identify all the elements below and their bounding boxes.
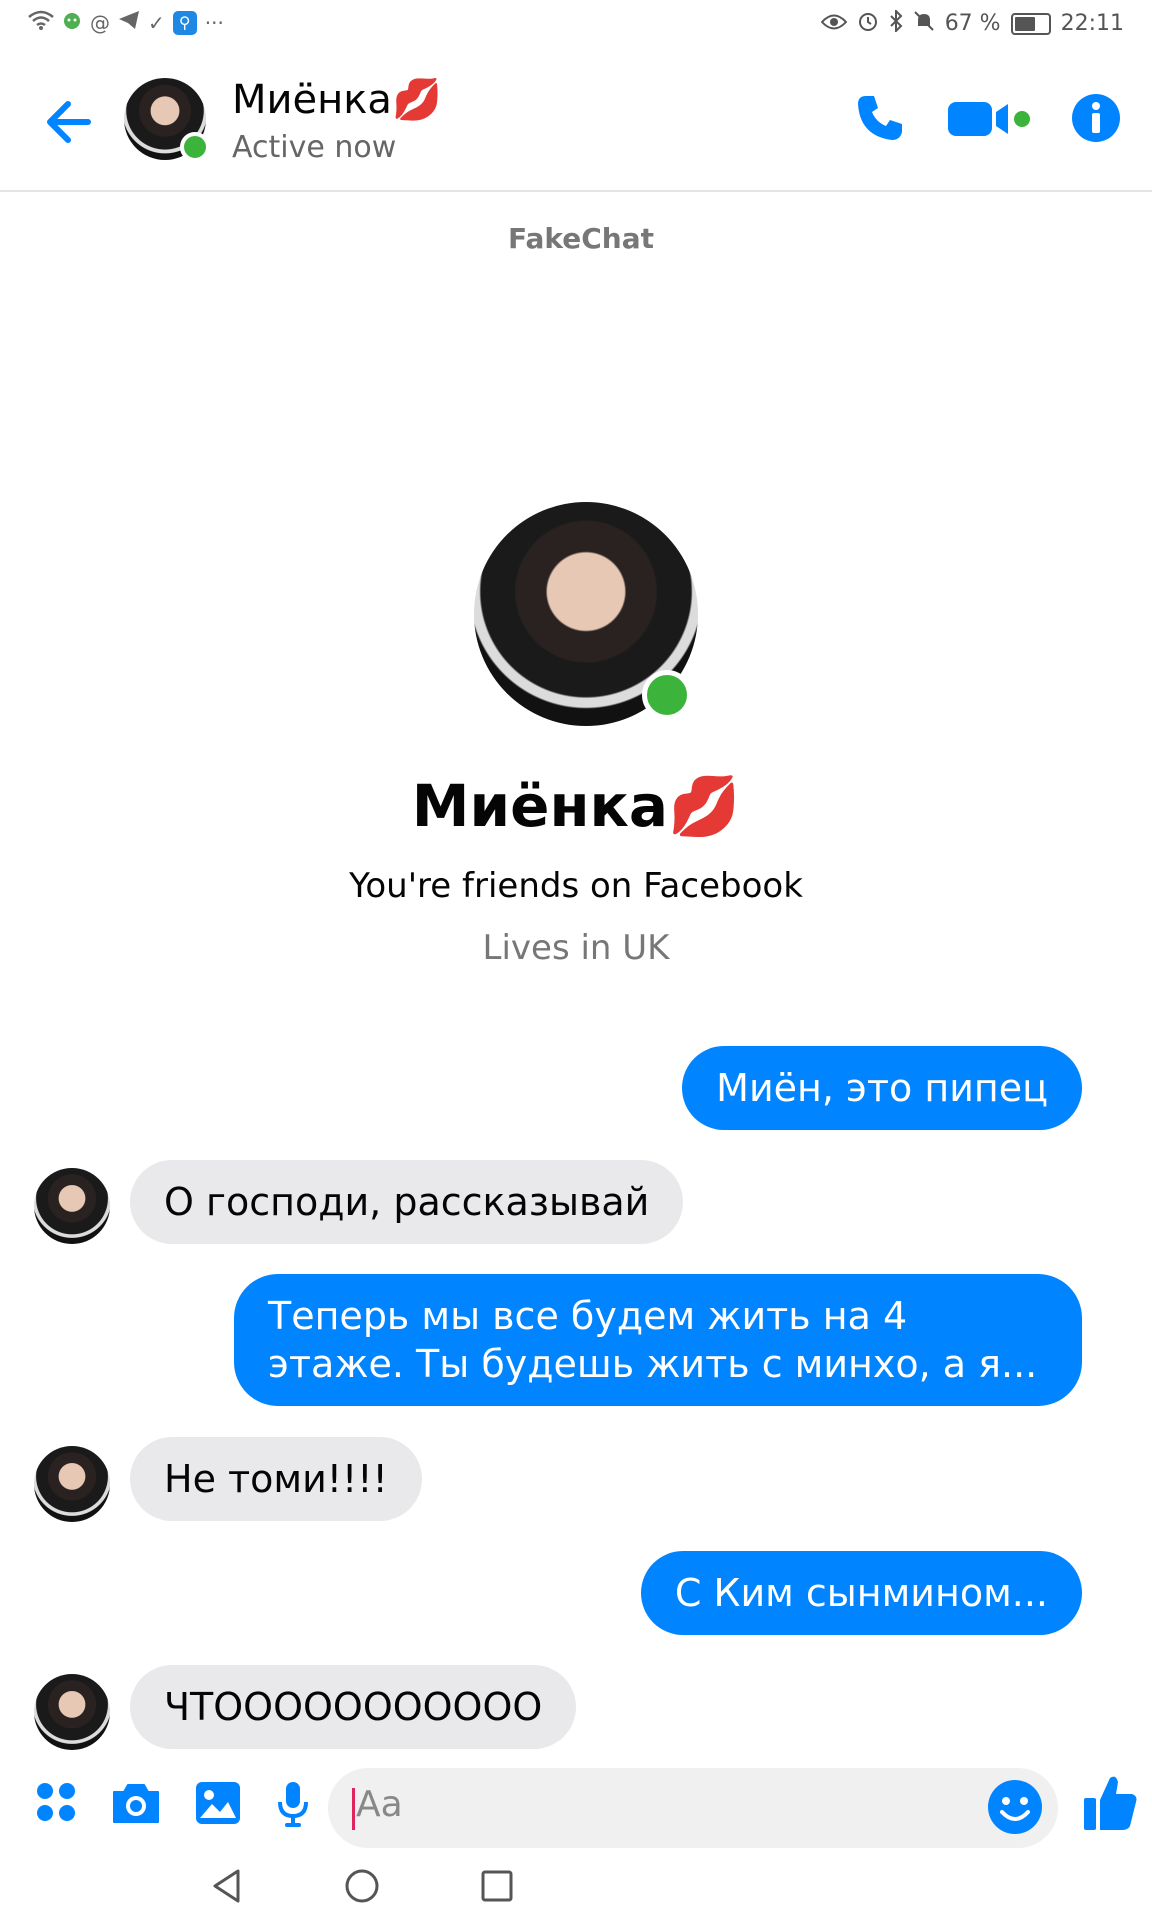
check-icon: ✓ xyxy=(148,10,165,35)
message-input[interactable]: Aa xyxy=(328,1768,1058,1848)
emoji-icon xyxy=(988,1780,1042,1834)
alarm-icon xyxy=(857,10,879,37)
message-input-placeholder: Aa xyxy=(356,1784,403,1825)
eye-icon xyxy=(820,12,848,36)
back-button[interactable] xyxy=(40,92,100,152)
info-button[interactable] xyxy=(1070,92,1122,148)
phone-icon xyxy=(858,96,902,140)
watermark: FakeChat xyxy=(508,222,655,255)
battery-fill xyxy=(1014,16,1035,31)
bluetooth-icon xyxy=(889,8,903,37)
mute-icon xyxy=(913,10,935,37)
video-camera-icon xyxy=(948,102,1030,136)
header-avatar[interactable] xyxy=(124,78,210,162)
status-bar: @ ✓ ⚲ ··· 67 % 22:11 xyxy=(0,0,1152,48)
profile-avatar[interactable] xyxy=(474,502,698,726)
home-nav-button[interactable] xyxy=(344,1868,380,1908)
gallery-icon xyxy=(196,1782,240,1824)
header-actions xyxy=(852,90,1122,150)
emoji-button[interactable] xyxy=(986,1778,1044,1836)
call-button[interactable] xyxy=(852,90,908,150)
battery-icon xyxy=(1010,12,1051,35)
message-avatar[interactable] xyxy=(34,1168,110,1244)
contact-name[interactable]: Миёнка💋 xyxy=(232,76,442,123)
recents-nav-icon xyxy=(481,1870,513,1902)
like-button[interactable] xyxy=(1082,1772,1138,1836)
message-sent[interactable]: Миён, это пипец xyxy=(682,1046,1082,1130)
android-icon xyxy=(62,10,82,35)
info-icon xyxy=(1072,94,1120,142)
telegram-icon xyxy=(118,10,140,35)
back-nav-icon xyxy=(213,1869,240,1903)
wifi-icon xyxy=(28,10,54,35)
message-avatar[interactable] xyxy=(34,1674,110,1750)
text-cursor xyxy=(352,1788,355,1830)
camera-icon xyxy=(113,1784,159,1823)
message-sent[interactable]: Теперь мы все будем жить на 4 этаже. Ты … xyxy=(234,1274,1082,1406)
message-composer: Aa xyxy=(0,1760,1152,1856)
status-right: 67 % 22:11 xyxy=(820,8,1124,37)
profile-name: Миёнка💋 xyxy=(411,772,741,840)
message-avatar[interactable] xyxy=(34,1446,110,1522)
microphone-button[interactable] xyxy=(276,1780,310,1832)
video-call-button[interactable] xyxy=(946,96,1032,144)
message-received[interactable]: Не томи!!!! xyxy=(130,1437,422,1521)
more-icon: ··· xyxy=(204,10,224,35)
camera-button[interactable] xyxy=(110,1780,162,1830)
location-info: Lives in UK xyxy=(482,928,670,968)
thumbs-up-icon xyxy=(1084,1776,1137,1830)
recents-nav-button[interactable] xyxy=(480,1869,514,1907)
apps-icon xyxy=(37,1783,75,1821)
message-received[interactable]: ЧТООООООООООО xyxy=(130,1665,577,1749)
arrow-left-icon xyxy=(47,101,91,143)
message-sent[interactable]: С Ким сынмином... xyxy=(640,1551,1082,1635)
apps-button[interactable] xyxy=(34,1780,78,1828)
at-icon: @ xyxy=(90,10,110,35)
message-received[interactable]: О господи, рассказывай xyxy=(130,1160,684,1244)
search-app-icon: ⚲ xyxy=(172,10,197,35)
gallery-button[interactable] xyxy=(194,1780,242,1830)
back-nav-button[interactable] xyxy=(210,1868,244,1908)
clock: 22:11 xyxy=(1060,11,1124,36)
status-left: @ ✓ ⚲ ··· xyxy=(28,10,224,35)
home-nav-icon xyxy=(345,1869,379,1903)
chat-header: Миёнка💋 Active now FakeChat xyxy=(0,60,1152,255)
system-nav-bar xyxy=(0,1856,1152,1920)
online-indicator xyxy=(642,670,692,720)
friends-info: You're friends on Facebook xyxy=(349,866,803,906)
online-indicator xyxy=(180,132,210,162)
active-status: Active now xyxy=(232,130,397,165)
battery-percent: 67 % xyxy=(944,11,1001,36)
microphone-icon xyxy=(278,1782,308,1827)
